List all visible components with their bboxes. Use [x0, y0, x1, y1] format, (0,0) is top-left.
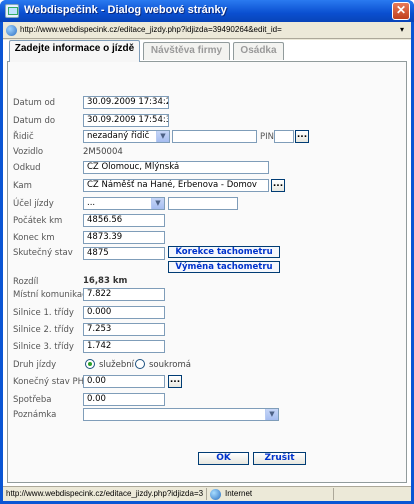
silnice-3-input[interactable]: 1.742 [83, 340, 165, 353]
title-bar[interactable]: Webdispečink - Dialog webové stránky ✕ [0, 0, 414, 22]
ucel-selected: ... [87, 198, 96, 208]
ridic-text-input[interactable] [172, 130, 257, 143]
radio-sluzebni[interactable] [85, 359, 95, 369]
mistni-komunikace-input[interactable]: 7.822 [83, 288, 165, 301]
silnice-3-label: Silnice 3. třídy [13, 342, 74, 352]
odkud-label: Odkud [13, 163, 41, 173]
close-button[interactable]: ✕ [392, 2, 410, 20]
tab-trip-info[interactable]: Zadejte informace o jízdě [9, 40, 140, 62]
kam-input[interactable]: CZ Náměšť na Hané, Erbenova - Domov [83, 179, 269, 192]
silnice-1-label: Silnice 1. třídy [13, 308, 74, 318]
ridic-lookup-button[interactable]: ... [295, 130, 309, 143]
phm-lookup-button[interactable]: ... [168, 375, 182, 388]
vymena-tachometru-button[interactable]: Výměna tachometru [168, 261, 280, 273]
pocatek-km-label: Počátek km [13, 216, 63, 226]
chevron-down-icon[interactable]: ▼ [151, 198, 164, 209]
status-zone: Internet [225, 489, 253, 498]
trip-form-panel: Datum od 30.09.2009 17:34:20 Datum do 30… [7, 61, 407, 483]
status-separator [333, 488, 334, 500]
status-bar: http://www.webdispecink.cz/editace_jizdy… [3, 486, 411, 501]
dialog-window: Webdispečink - Dialog webové stránky ✕ h… [0, 0, 414, 504]
ridic-label: Řidič [13, 132, 34, 142]
mistni-komunikace-label: Místní komunikace [13, 290, 93, 300]
tab-strip: Zadejte informace o jízdě Návštěva firmy… [3, 40, 411, 62]
poznamka-label: Poznámka [13, 410, 57, 420]
skutecny-stav-input[interactable]: 4875 [83, 247, 165, 260]
ie-page-icon [6, 25, 17, 36]
tab-company-visit[interactable]: Návštěva firmy [143, 42, 230, 60]
radio-soukroma-label: soukromá [149, 360, 191, 370]
silnice-2-input[interactable]: 7.253 [83, 323, 165, 336]
konecny-stav-phm-label: Konečný stav PHM [13, 377, 92, 387]
address-url: http://www.webdispecink.cz/editace_jizdy… [20, 25, 282, 34]
datum-do-input[interactable]: 30.09.2009 17:54:38 [83, 114, 169, 127]
ridic-selected: nezadaný řidič [87, 131, 150, 141]
chevron-down-icon[interactable]: ▼ [156, 131, 169, 142]
address-bar: http://www.webdispecink.cz/editace_jizdy… [3, 22, 411, 39]
pocatek-km-input[interactable]: 4856.56 [83, 214, 165, 227]
korekce-tachometru-button[interactable]: Korekce tachometru [168, 246, 280, 258]
ucel-text-input[interactable] [168, 197, 238, 210]
status-separator [206, 488, 207, 500]
radio-soukroma[interactable] [135, 359, 145, 369]
ucel-label: Účel jízdy [13, 199, 54, 209]
vozidlo-label: Vozidlo [13, 147, 44, 157]
rozdil-label: Rozdíl [13, 277, 39, 287]
ridic-select[interactable]: nezadaný řidič ▼ [83, 130, 170, 143]
tab-crew[interactable]: Osádka [233, 42, 284, 60]
silnice-1-input[interactable]: 0.000 [83, 306, 165, 319]
poznamka-select[interactable]: ▼ [83, 408, 279, 421]
chevron-down-icon[interactable]: ▼ [265, 409, 278, 420]
page-content: Zadejte informace o jízdě Návštěva firmy… [3, 40, 411, 486]
kam-label: Kam [13, 181, 32, 191]
ok-button[interactable]: OK [198, 452, 249, 465]
druh-jizdy-label: Druh jízdy [13, 360, 57, 370]
datum-od-label: Datum od [13, 98, 56, 108]
vozidlo-value: 2M50004 [83, 147, 123, 157]
status-url: http://www.webdispecink.cz/editace_jizdy… [6, 489, 204, 498]
skutecny-stav-label: Skutečný stav [13, 248, 73, 258]
silnice-2-label: Silnice 2. třídy [13, 325, 74, 335]
window-client: http://www.webdispecink.cz/editace_jizdy… [3, 22, 411, 501]
konec-km-label: Konec km [13, 233, 55, 243]
spotreba-input[interactable]: 0.00 [83, 393, 165, 406]
datum-od-input[interactable]: 30.09.2009 17:34:20 [83, 96, 169, 109]
chevron-down-icon[interactable]: ▾ [396, 24, 408, 36]
rozdil-value: 16,83 km [83, 276, 128, 286]
cancel-button[interactable]: Zrušit [253, 452, 306, 465]
kam-lookup-button[interactable]: ... [271, 179, 285, 192]
konec-km-input[interactable]: 4873.39 [83, 231, 165, 244]
pin-label: PIN [260, 132, 274, 142]
spotreba-label: Spotřeba [13, 395, 52, 405]
datum-do-label: Datum do [13, 116, 56, 126]
window-icon [5, 4, 19, 18]
ucel-select[interactable]: ... ▼ [83, 197, 165, 210]
odkud-input[interactable]: CZ Olomouc, Mlýnská [83, 161, 269, 174]
radio-sluzebni-label: služební [99, 360, 135, 370]
pin-input[interactable] [274, 130, 294, 143]
konecny-stav-phm-input[interactable]: 0.00 [83, 375, 165, 388]
window-title: Webdispečink - Dialog webové stránky [24, 4, 227, 16]
internet-zone-icon [210, 489, 221, 500]
